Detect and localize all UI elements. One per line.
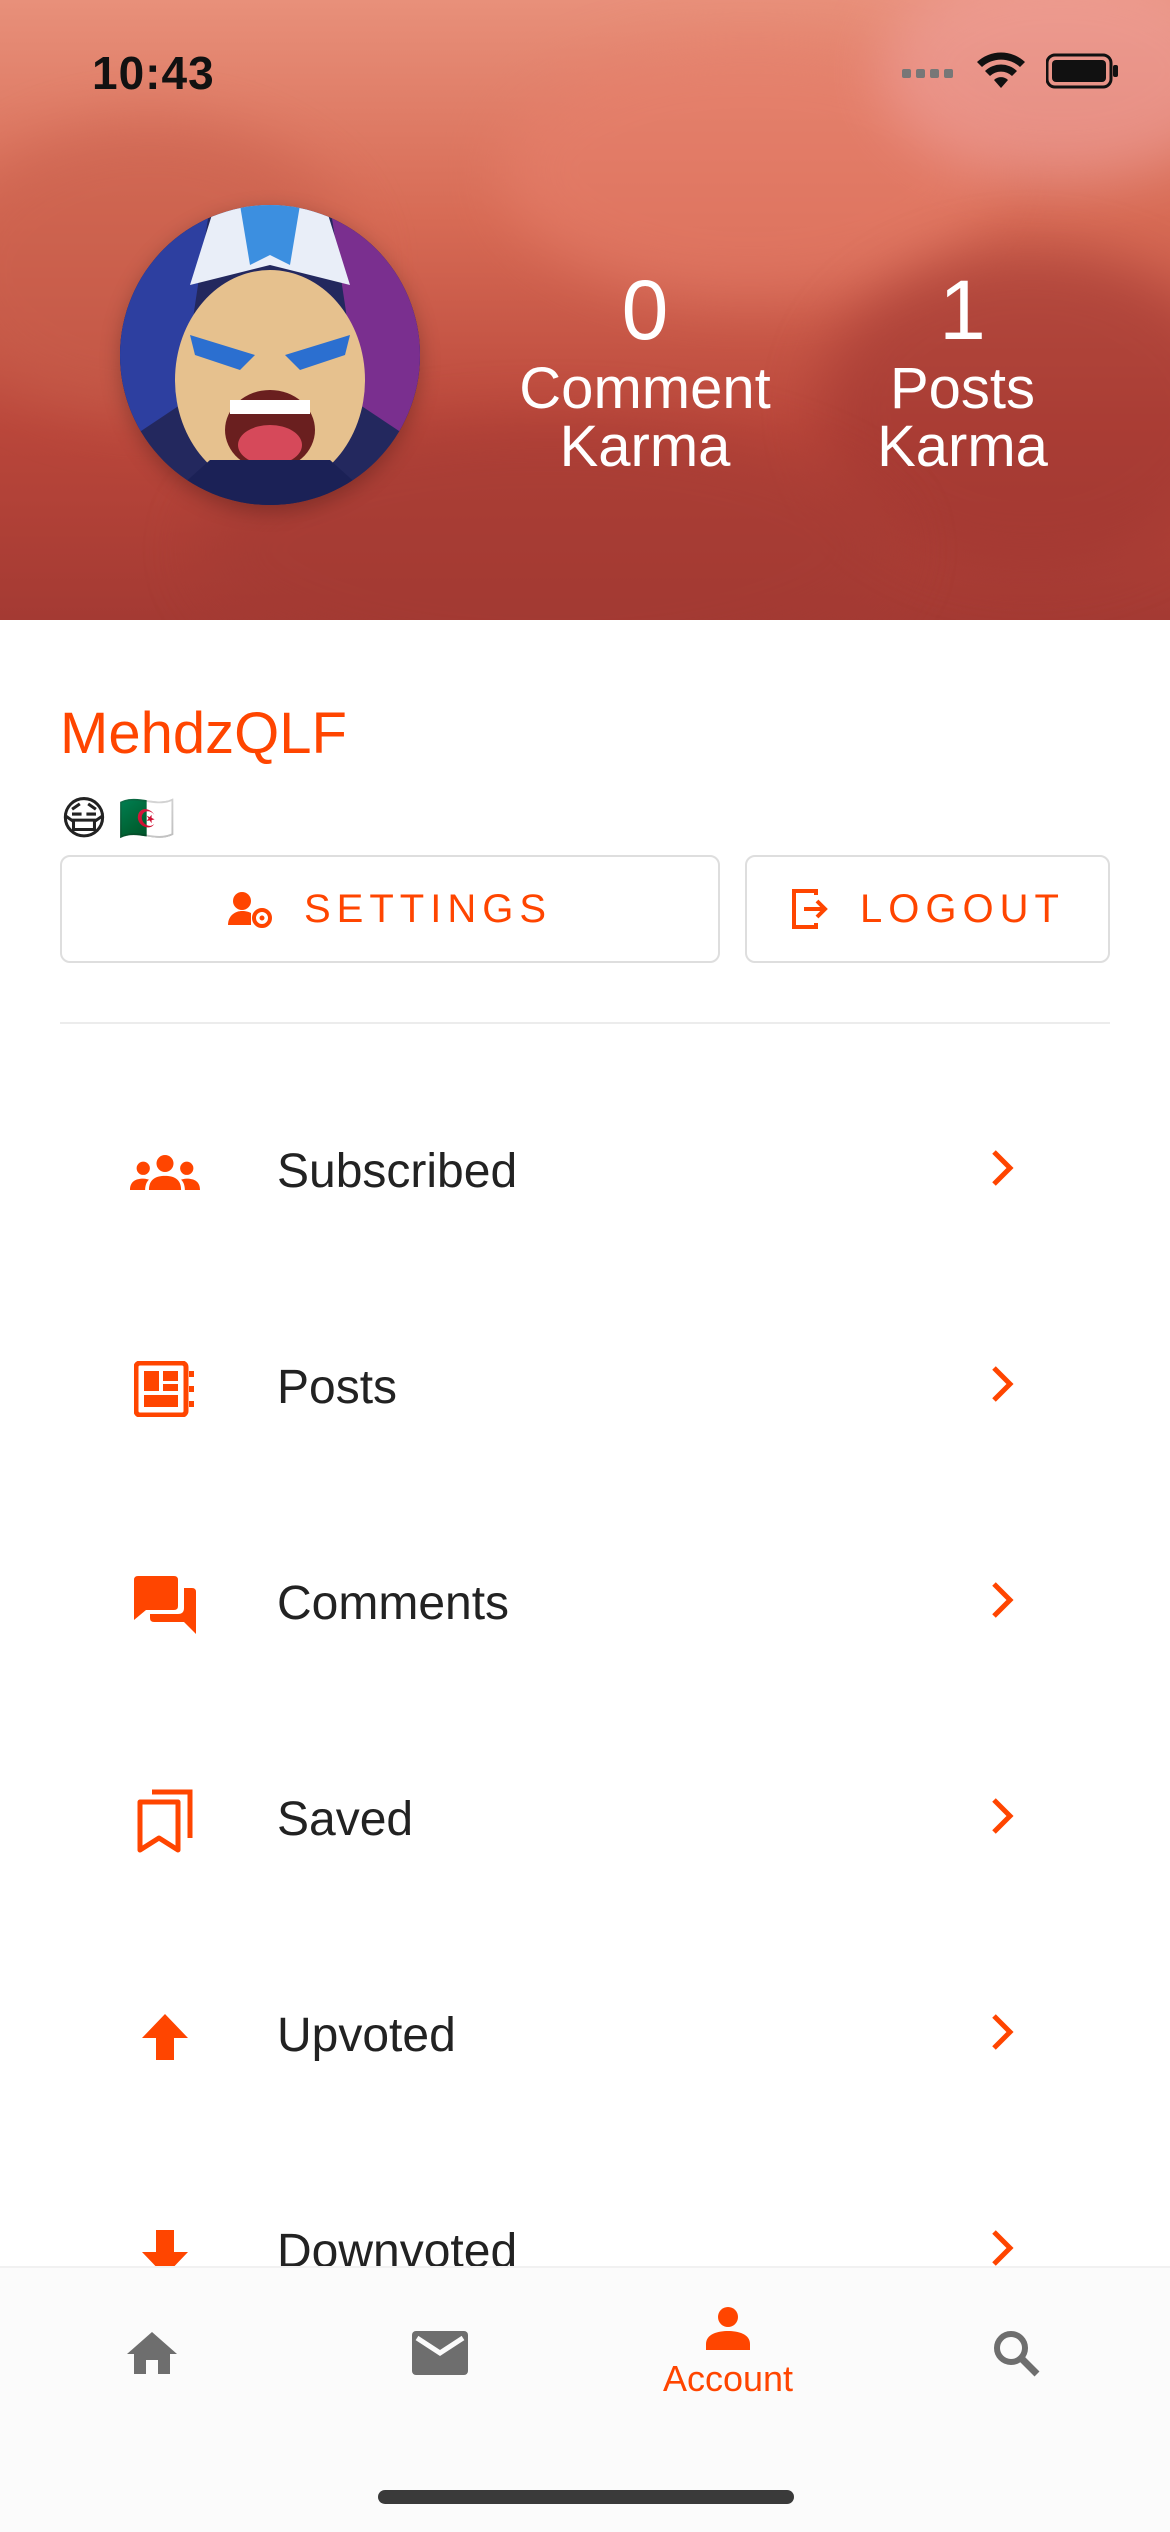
- comment-karma-value: 0: [621, 263, 669, 357]
- posts-icon: [134, 1361, 194, 1417]
- menu-item-label: Posts: [277, 1361, 398, 1414]
- nav-search[interactable]: [870, 2268, 1162, 2438]
- username: MehdzQLF: [60, 701, 347, 766]
- logout-button[interactable]: LOGOUT: [745, 855, 1110, 963]
- status-time: 10:43: [92, 47, 215, 99]
- profile-header: 10:43 0 Comment Karma 1 Posts Karma: [0, 0, 1170, 620]
- avatar[interactable]: [120, 205, 420, 505]
- logout-button-label: LOGOUT: [860, 886, 1065, 931]
- chevron-right-icon: [992, 2230, 1014, 2266]
- menu-item-label: Subscribed: [277, 1145, 518, 1198]
- menu-item-saved[interactable]: Saved: [0, 1708, 1170, 1924]
- posts-karma-stat: 1 Posts Karma: [840, 260, 1085, 476]
- posts-karma-value: 1: [939, 263, 986, 357]
- nav-home[interactable]: [6, 2268, 298, 2438]
- chevron-right-icon: [992, 1150, 1014, 1186]
- user-flair-emojis: 😷 🇩🇿: [60, 790, 175, 846]
- posts-karma-label: Posts Karma: [877, 356, 1048, 479]
- bookmark-icon: [137, 1789, 193, 1853]
- signal-icon: [902, 69, 953, 78]
- settings-button[interactable]: SETTINGS: [60, 855, 720, 963]
- mail-icon: [412, 2331, 468, 2375]
- status-icons: [902, 52, 1120, 90]
- menu-item-posts[interactable]: Posts: [0, 1276, 1170, 1492]
- settings-button-label: SETTINGS: [303, 886, 553, 931]
- nav-account-label: Account: [662, 2358, 794, 2399]
- chevron-right-icon: [992, 1366, 1014, 1402]
- menu-item-subscribed[interactable]: Subscribed: [0, 1060, 1170, 1276]
- menu-item-comments[interactable]: Comments: [0, 1492, 1170, 1708]
- group-icon: [130, 1155, 200, 1191]
- avatar-image: [120, 205, 420, 505]
- menu-item-label: Upvoted: [277, 2009, 456, 2062]
- logout-icon: [792, 889, 828, 929]
- arrow-up-icon: [142, 2014, 188, 2060]
- comment-karma-stat: 0 Comment Karma: [480, 260, 810, 476]
- account-settings-icon: [227, 892, 272, 928]
- menu-item-label: Saved: [277, 1793, 414, 1846]
- status-bar: 10:43: [0, 0, 1170, 140]
- comment-karma-label: Comment Karma: [519, 356, 771, 479]
- home-icon: [127, 2332, 177, 2374]
- home-indicator[interactable]: [378, 2490, 794, 2504]
- battery-icon: [1046, 53, 1118, 89]
- algeria-flag-emoji: 🇩🇿: [117, 792, 176, 844]
- account-icon: [706, 2307, 750, 2350]
- divider: [60, 1022, 1110, 1024]
- chevron-right-icon: [992, 2014, 1014, 2050]
- chevron-right-icon: [992, 1798, 1014, 1834]
- face-mask-emoji: 😷: [60, 792, 108, 844]
- nav-inbox[interactable]: [294, 2268, 586, 2438]
- wifi-icon: [977, 52, 1025, 88]
- comments-icon: [134, 1576, 196, 1634]
- search-icon: [994, 2331, 1040, 2377]
- menu-item-upvoted[interactable]: Upvoted: [0, 1924, 1170, 2140]
- menu-item-label: Comments: [277, 1577, 510, 1630]
- chevron-right-icon: [992, 1582, 1014, 1618]
- nav-account[interactable]: Account: [582, 2268, 874, 2438]
